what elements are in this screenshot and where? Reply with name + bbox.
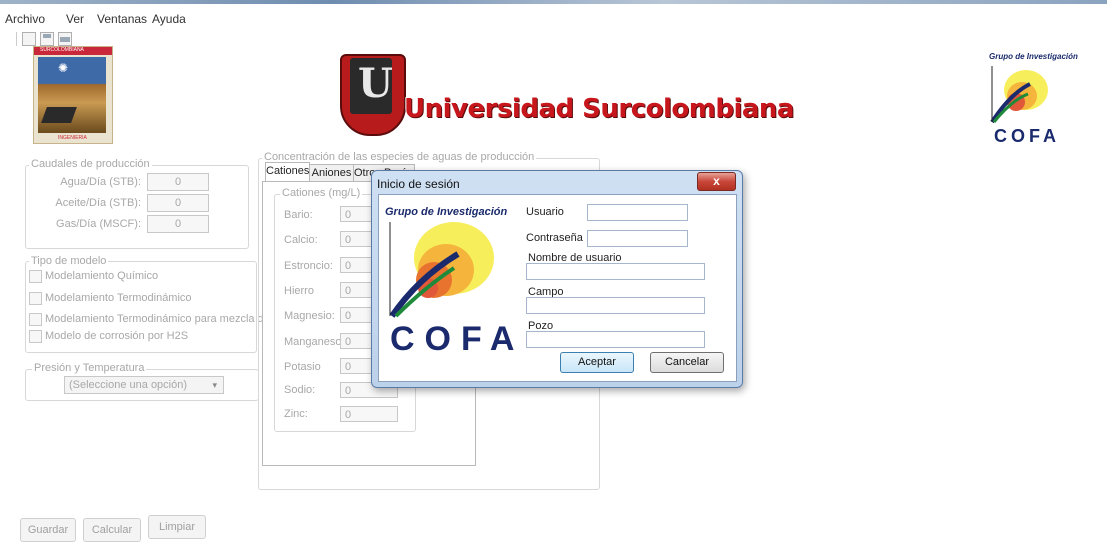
dialog-logo-title: Grupo de Investigación <box>385 206 508 218</box>
toolbar-separator <box>16 32 17 46</box>
caudales-legend: Caudales de producción <box>29 158 152 170</box>
dialog-title: Inicio de sesión <box>377 177 460 191</box>
calcio-label: Calcio: <box>284 234 318 246</box>
magnesio-label: Magnesio: <box>284 310 335 322</box>
presion-select[interactable]: (Seleccione una opción) ▾ <box>64 376 224 394</box>
gas-input[interactable]: 0 <box>147 215 209 233</box>
estroncio-label: Estroncio: <box>284 260 333 272</box>
save-icon[interactable] <box>40 32 54 46</box>
cationes-subgroup-legend: Cationes (mg/L) <box>280 187 363 199</box>
guardar-button[interactable]: Guardar <box>20 518 76 542</box>
calcular-button[interactable]: Calcular <box>83 518 141 542</box>
cancelar-button[interactable]: Cancelar <box>650 352 724 373</box>
pozo-input[interactable] <box>526 331 705 348</box>
cofa-group-title: Grupo de Investigación <box>989 52 1078 61</box>
contrasena-label: Contraseña <box>526 232 583 244</box>
corrosion-h2s-checkbox[interactable] <box>29 330 42 343</box>
campo-input[interactable] <box>526 297 705 314</box>
cofa-name: COFA <box>994 126 1061 146</box>
sodio-label: Sodio: <box>284 384 316 396</box>
quimico-checkbox[interactable] <box>29 270 42 283</box>
presion-legend: Presión y Temperatura <box>32 362 147 374</box>
close-icon: x <box>713 174 720 188</box>
agua-input[interactable]: 0 <box>147 173 209 191</box>
universidad-logo: U <box>340 54 406 136</box>
quimico-label: Modelamiento Químico <box>45 270 159 282</box>
presion-select-value: (Seleccione una opción) <box>69 379 188 391</box>
seal-bottom-text: INGENIERIA <box>58 135 87 141</box>
gas-label: Gas/Día (MSCF): <box>56 218 141 230</box>
usuario-input[interactable] <box>587 204 688 221</box>
contrasena-input[interactable] <box>587 230 688 247</box>
mezcla-aguas-checkbox[interactable] <box>29 313 42 326</box>
menu-ventanas[interactable]: Ventanas <box>97 12 147 26</box>
potasio-label: Potasio <box>284 361 321 373</box>
agua-label: Agua/Día (STB): <box>60 176 141 188</box>
university-name: Universidad Surcolombiana <box>404 94 794 124</box>
menu-bar: Archivo Ver Ventanas Ayuda <box>0 4 1107 28</box>
sun-icon: ✺ <box>58 61 69 75</box>
tab-cationes[interactable]: Cationes <box>265 162 310 182</box>
nombre-usuario-input[interactable] <box>526 263 705 280</box>
menu-ver[interactable]: Ver <box>66 12 84 26</box>
hierro-label: Hierro <box>284 285 314 297</box>
modelo-legend: Tipo de modelo <box>29 255 109 267</box>
seal-top-text: SURCOLOMBIANA <box>40 47 84 53</box>
zinc-label: Zinc: <box>284 408 308 420</box>
menu-archivo[interactable]: Archivo <box>5 12 45 26</box>
chevron-down-icon: ▾ <box>212 380 217 390</box>
dialog-logo-name: COFA <box>390 320 525 358</box>
corrosion-h2s-label: Modelo de corrosión por H2S <box>45 330 189 342</box>
tab-aniones[interactable]: Aniones <box>309 164 354 182</box>
termodinamico-checkbox[interactable] <box>29 292 42 305</box>
dialog-cofa-flame-icon <box>388 218 498 318</box>
aceptar-button[interactable]: Aceptar <box>560 352 634 373</box>
limpiar-button[interactable]: Limpiar <box>148 515 206 539</box>
aceite-label: Aceite/Día (STB): <box>55 197 141 209</box>
new-document-icon[interactable] <box>22 32 36 46</box>
cofa-flame-icon <box>990 64 1050 124</box>
menu-ayuda[interactable]: Ayuda <box>152 12 186 26</box>
close-button[interactable]: x <box>697 172 736 191</box>
engineering-seal-logo: SURCOLOMBIANA ✺ INGENIERIA <box>33 46 113 144</box>
aceite-input[interactable]: 0 <box>147 194 209 212</box>
logo-letter: U <box>358 60 393 107</box>
manganeso-label: Manganeso: <box>284 336 345 348</box>
termodinamico-label: Modelamiento Termodinámico <box>45 292 192 304</box>
zinc-input[interactable]: 0 <box>340 406 398 422</box>
bario-label: Bario: <box>284 209 313 221</box>
usuario-label: Usuario <box>526 206 564 218</box>
print-icon[interactable] <box>58 32 72 46</box>
